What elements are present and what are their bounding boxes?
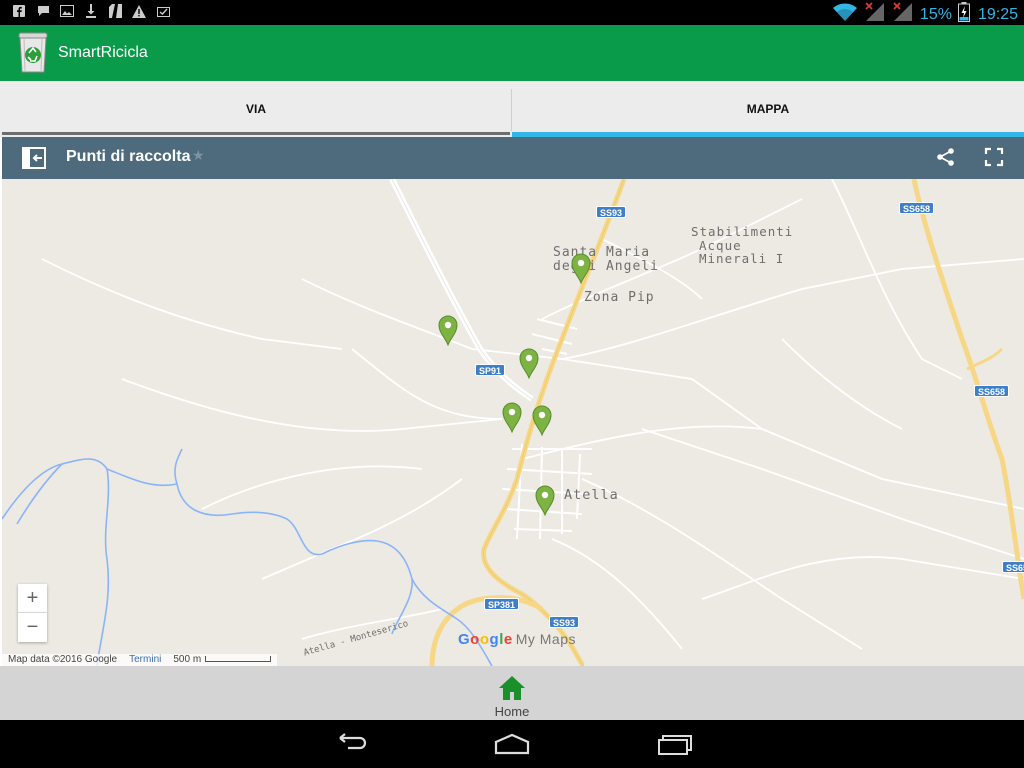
sim-icon	[108, 4, 122, 18]
recent-apps-icon[interactable]	[655, 732, 695, 756]
place-label-santa-maria-line2: degli Angeli	[553, 259, 659, 274]
road-shield-sp91: SP91	[475, 364, 506, 376]
map-marker[interactable]	[437, 314, 459, 347]
app-title: SmartRicicla	[58, 44, 148, 61]
scale-bar	[205, 656, 272, 662]
road-shield-ss93: SS93	[549, 616, 580, 628]
status-bar: 15% 19:25	[0, 0, 1024, 25]
place-label-atella: Atella	[564, 487, 619, 503]
clock: 19:25	[977, 5, 1018, 23]
share-icon[interactable]	[936, 147, 956, 167]
tab-bar: VIA MAPPA	[0, 81, 1024, 137]
place-label-stabilimenti-3: Minerali I	[699, 251, 785, 266]
star-icon[interactable]: ★	[192, 147, 205, 164]
tab-underline-inactive	[2, 132, 510, 135]
action-bar: SmartRicicla	[0, 25, 1024, 81]
map-frame: Punti di raccolta ★ Santa Maria degli An…	[0, 137, 1024, 666]
wifi-icon	[832, 2, 858, 27]
download-icon	[84, 4, 98, 18]
terms-link[interactable]: Termini	[129, 654, 161, 666]
road-shield-ss658: SS658	[899, 202, 935, 214]
map-marker[interactable]	[518, 347, 540, 380]
attribution-text: Map data ©2016 Google	[8, 654, 118, 665]
road-shield-sp381: SP381	[484, 598, 520, 610]
home-nav-button[interactable]: Home	[480, 670, 544, 719]
map-canvas[interactable]: Santa Maria degli Angeli Zona Pip Stabil…	[2, 179, 1024, 666]
map-title: Punti di raccolta	[66, 148, 191, 165]
map-toolbar: Punti di raccolta ★	[2, 137, 1024, 179]
system-nav-bar	[0, 720, 1024, 768]
zoom-out-button[interactable]: −	[18, 613, 47, 642]
scale-label: 500 m	[173, 654, 272, 666]
signal-icon	[864, 2, 886, 27]
google-my-maps-logo: Google My Maps	[458, 631, 576, 648]
my-maps-text: My Maps	[515, 631, 576, 647]
home-icon	[497, 674, 527, 702]
map-marker[interactable]	[531, 404, 553, 437]
chat-icon	[36, 4, 50, 18]
road-shield-ss93: SS93	[596, 206, 627, 218]
place-label-santa-maria-line1: Santa Maria	[553, 245, 651, 260]
home-label: Home	[494, 704, 530, 719]
fullscreen-icon[interactable]	[984, 147, 1004, 167]
place-label-zona-pip: Zona Pip	[584, 290, 655, 305]
map-marker[interactable]	[501, 401, 523, 434]
zoom-in-button[interactable]: +	[18, 584, 47, 613]
place-label-stabilimenti-1: Stabilimenti	[691, 224, 794, 239]
battery-percent: 15%	[919, 5, 952, 23]
panel-icon[interactable]	[22, 147, 46, 169]
notification-icons	[12, 4, 170, 18]
bottom-nav: Home	[0, 666, 1024, 720]
road-shield-ss65: SS65	[1002, 561, 1024, 573]
road-shield-ss658: SS658	[974, 385, 1010, 397]
battery-charging-icon	[957, 2, 970, 27]
image-icon	[60, 4, 74, 18]
map-marker[interactable]	[534, 484, 556, 517]
tab-mappa[interactable]: MAPPA	[512, 81, 1024, 137]
home-icon[interactable]	[492, 732, 532, 756]
recycle-bin-icon	[16, 29, 50, 75]
map-attribution: Map data ©2016 Google Termini 500 m	[2, 654, 278, 666]
clipboard-icon	[156, 4, 170, 18]
warning-icon	[132, 4, 146, 18]
tab-via[interactable]: VIA	[0, 81, 512, 137]
facebook-icon	[12, 4, 26, 18]
back-icon[interactable]	[330, 732, 370, 756]
system-status: 15% 19:25	[832, 2, 1018, 27]
map-marker[interactable]	[570, 252, 592, 285]
signal-icon	[892, 2, 914, 27]
